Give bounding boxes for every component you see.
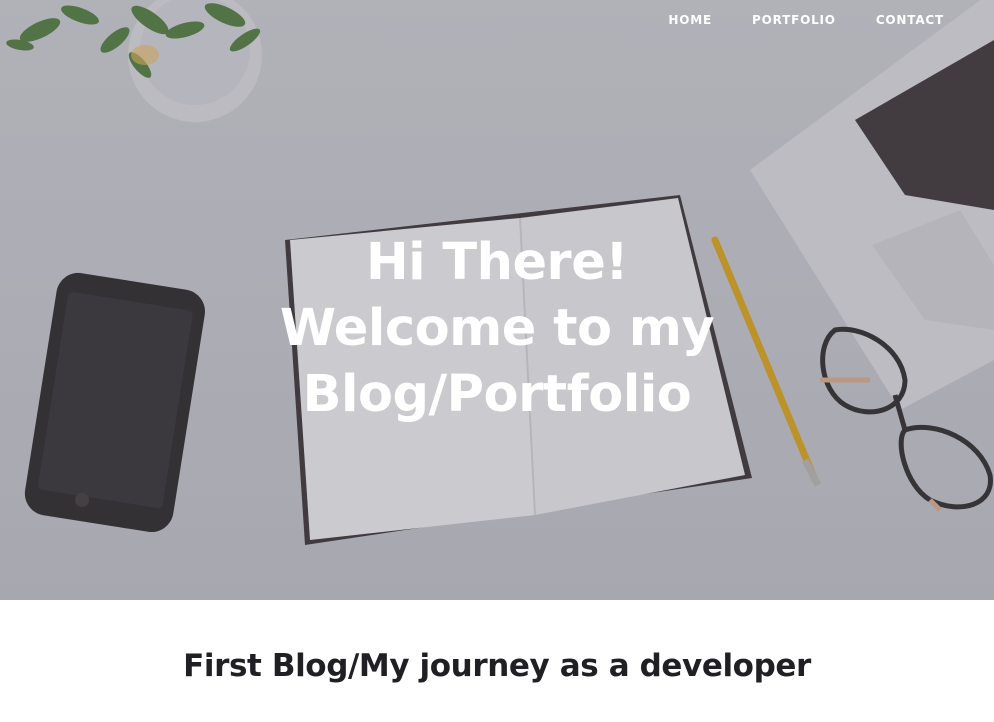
hero-heading-line-3: Blog/Portfolio xyxy=(302,365,692,425)
hero-heading-line-1: Hi There! xyxy=(365,233,629,293)
hero-heading-line-2: Welcome to my xyxy=(279,299,715,359)
nav-home-link[interactable]: HOME xyxy=(668,12,712,28)
nav-contact-link[interactable]: CONTACT xyxy=(876,12,944,28)
blog-post-title: First Blog/My journey as a developer xyxy=(183,648,811,684)
top-navigation: HOME PORTFOLIO CONTACT xyxy=(668,12,944,28)
hero-section: HOME PORTFOLIO CONTACT Hi There! Welcome… xyxy=(0,0,994,600)
nav-portfolio-link[interactable]: PORTFOLIO xyxy=(752,12,836,28)
blog-post-section: First Blog/My journey as a developer xyxy=(0,600,994,722)
hero-heading: Hi There! Welcome to my Blog/Portfolio xyxy=(0,230,994,428)
